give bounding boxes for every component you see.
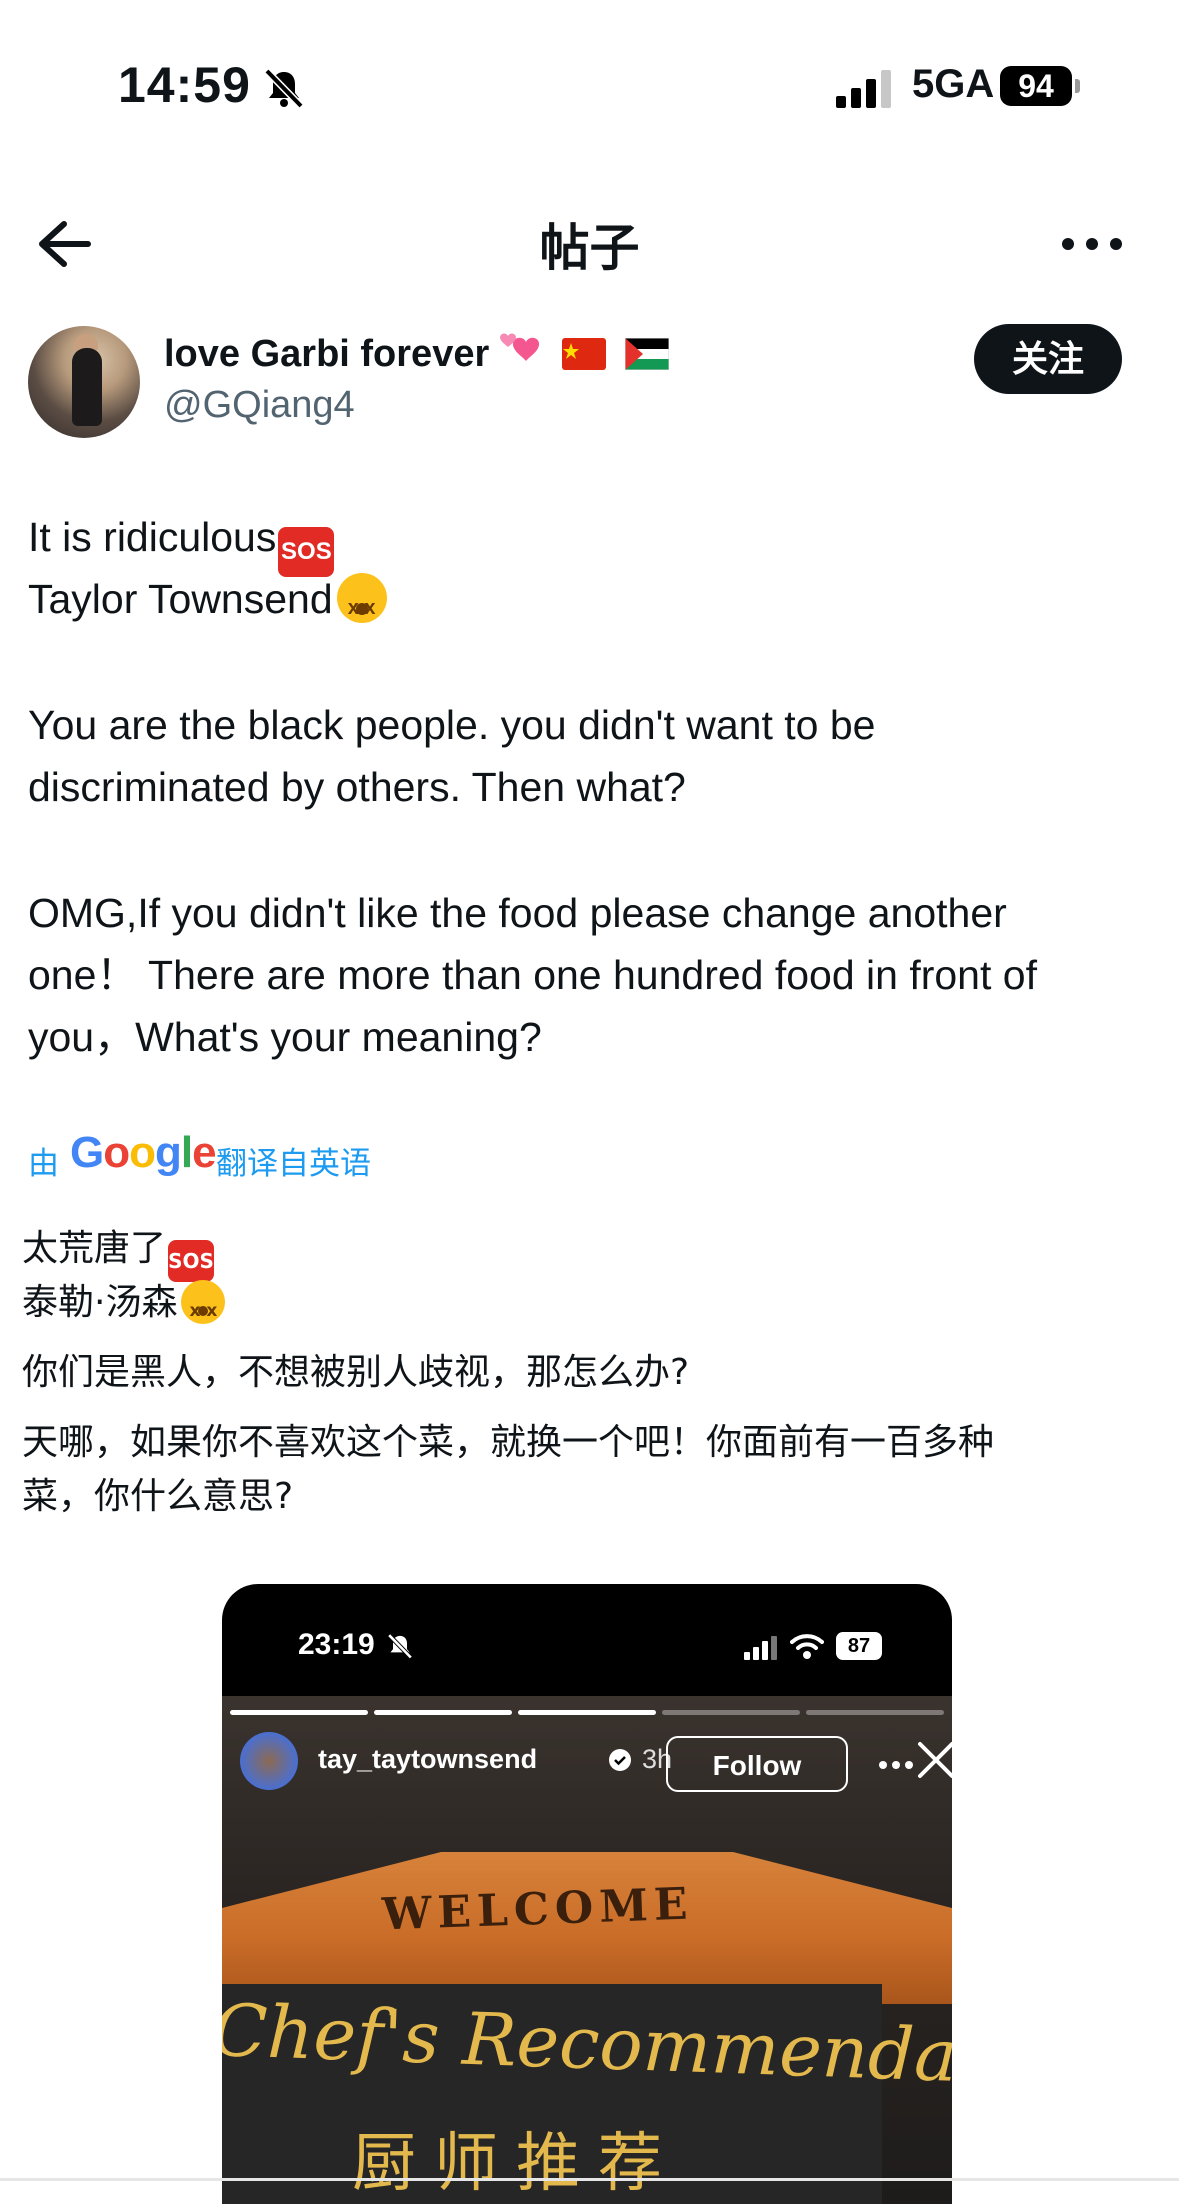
display-name-text: love Garbi forever bbox=[164, 333, 490, 375]
signal-icon bbox=[744, 1636, 777, 1660]
more-options-icon[interactable] bbox=[1060, 234, 1124, 254]
translation-line-1-text: 太荒唐了 bbox=[22, 1228, 167, 1269]
network-label: 5GA bbox=[912, 62, 995, 106]
translation-line-2-text: 泰勒·汤森 bbox=[22, 1282, 178, 1323]
user-handle[interactable]: @GQiang4 bbox=[164, 384, 355, 427]
translated-from-label[interactable]: 翻译自英语 bbox=[216, 1138, 371, 1183]
more-options-icon bbox=[879, 1761, 913, 1769]
story-battery-indicator: 87 bbox=[836, 1632, 882, 1660]
google-letter: o bbox=[129, 1128, 156, 1177]
follow-button[interactable]: 关注 bbox=[974, 324, 1122, 394]
post-line-5: OMG,If you didn't like the food please c… bbox=[28, 890, 1007, 936]
story-avatar bbox=[240, 1732, 298, 1790]
post-line-3: You are the black people. you didn't wan… bbox=[28, 702, 876, 748]
palestine-flag-icon bbox=[624, 337, 670, 371]
story-follow-button: Follow bbox=[666, 1736, 848, 1792]
verified-badge-icon bbox=[609, 1749, 631, 1771]
signal-icon bbox=[836, 70, 891, 108]
translation-line-5: 菜，你什么意思? bbox=[22, 1476, 294, 1517]
post-line-2: Taylor Townsend bbox=[28, 568, 387, 639]
translation-line-2: 泰勒·汤森 bbox=[22, 1276, 226, 1338]
google-logo: Google bbox=[70, 1128, 217, 1178]
story-progress-bars bbox=[230, 1710, 944, 1715]
translation-line-1: 太荒唐了 SOS bbox=[22, 1222, 215, 1282]
translated-by-label: 由 bbox=[28, 1146, 59, 1181]
google-letter: g bbox=[155, 1128, 182, 1177]
battery-indicator: 94 bbox=[1000, 66, 1072, 106]
china-flag-icon bbox=[562, 338, 607, 370]
post-line-4: discriminated by others. Then what? bbox=[28, 764, 686, 810]
post-line-2-text: Taylor Townsend bbox=[28, 576, 333, 622]
close-icon bbox=[918, 1742, 952, 1778]
wifi-icon bbox=[790, 1634, 824, 1659]
display-name[interactable]: love Garbi forever bbox=[164, 332, 670, 376]
dizzy-face-emoji-icon bbox=[181, 1280, 226, 1338]
story-progress-segment bbox=[806, 1710, 944, 1715]
page-title: 帖子 bbox=[539, 220, 640, 276]
translation-line-3: 你们是黑人，不想被别人歧视，那怎么办? bbox=[22, 1352, 690, 1393]
avatar[interactable] bbox=[28, 326, 140, 438]
story-username: tay_taytownsend bbox=[318, 1744, 538, 1774]
post-line-6: one！ There are more than one hundred foo… bbox=[28, 952, 1037, 998]
battery-nub bbox=[1075, 79, 1080, 93]
story-progress-segment bbox=[374, 1710, 512, 1715]
story-status-time: 23:19 bbox=[298, 1628, 375, 1661]
story-progress-segment bbox=[230, 1710, 368, 1715]
story-progress-segment bbox=[518, 1710, 656, 1715]
google-letter: G bbox=[70, 1128, 104, 1177]
google-letter: l bbox=[180, 1128, 193, 1177]
google-letter: o bbox=[103, 1128, 130, 1177]
post-media-image[interactable]: 23:19 87 WELCOME Chef's Recommendations … bbox=[222, 1584, 952, 2204]
hearts-emoji-icon bbox=[499, 333, 539, 361]
translation-line-4: 天哪，如果你不喜欢这个菜，就换一个吧！你面前有一百多种 bbox=[22, 1422, 995, 1463]
post-line-7: you，What's your meaning? bbox=[28, 1014, 542, 1060]
dizzy-face-emoji-icon bbox=[336, 573, 387, 639]
post-line-1-text: It is ridiculous bbox=[28, 514, 277, 560]
status-time: 14:59 bbox=[118, 57, 251, 113]
sign-welcome-text: WELCOME bbox=[381, 1878, 695, 1941]
post-line-1: It is ridiculous SOS bbox=[28, 506, 335, 577]
bell-off-icon bbox=[264, 68, 304, 109]
sign-chinese-text: 厨师推荐 bbox=[352, 2127, 680, 2201]
google-letter: e bbox=[192, 1128, 217, 1177]
story-progress-segment bbox=[662, 1710, 800, 1715]
bell-off-icon bbox=[387, 1633, 413, 1660]
